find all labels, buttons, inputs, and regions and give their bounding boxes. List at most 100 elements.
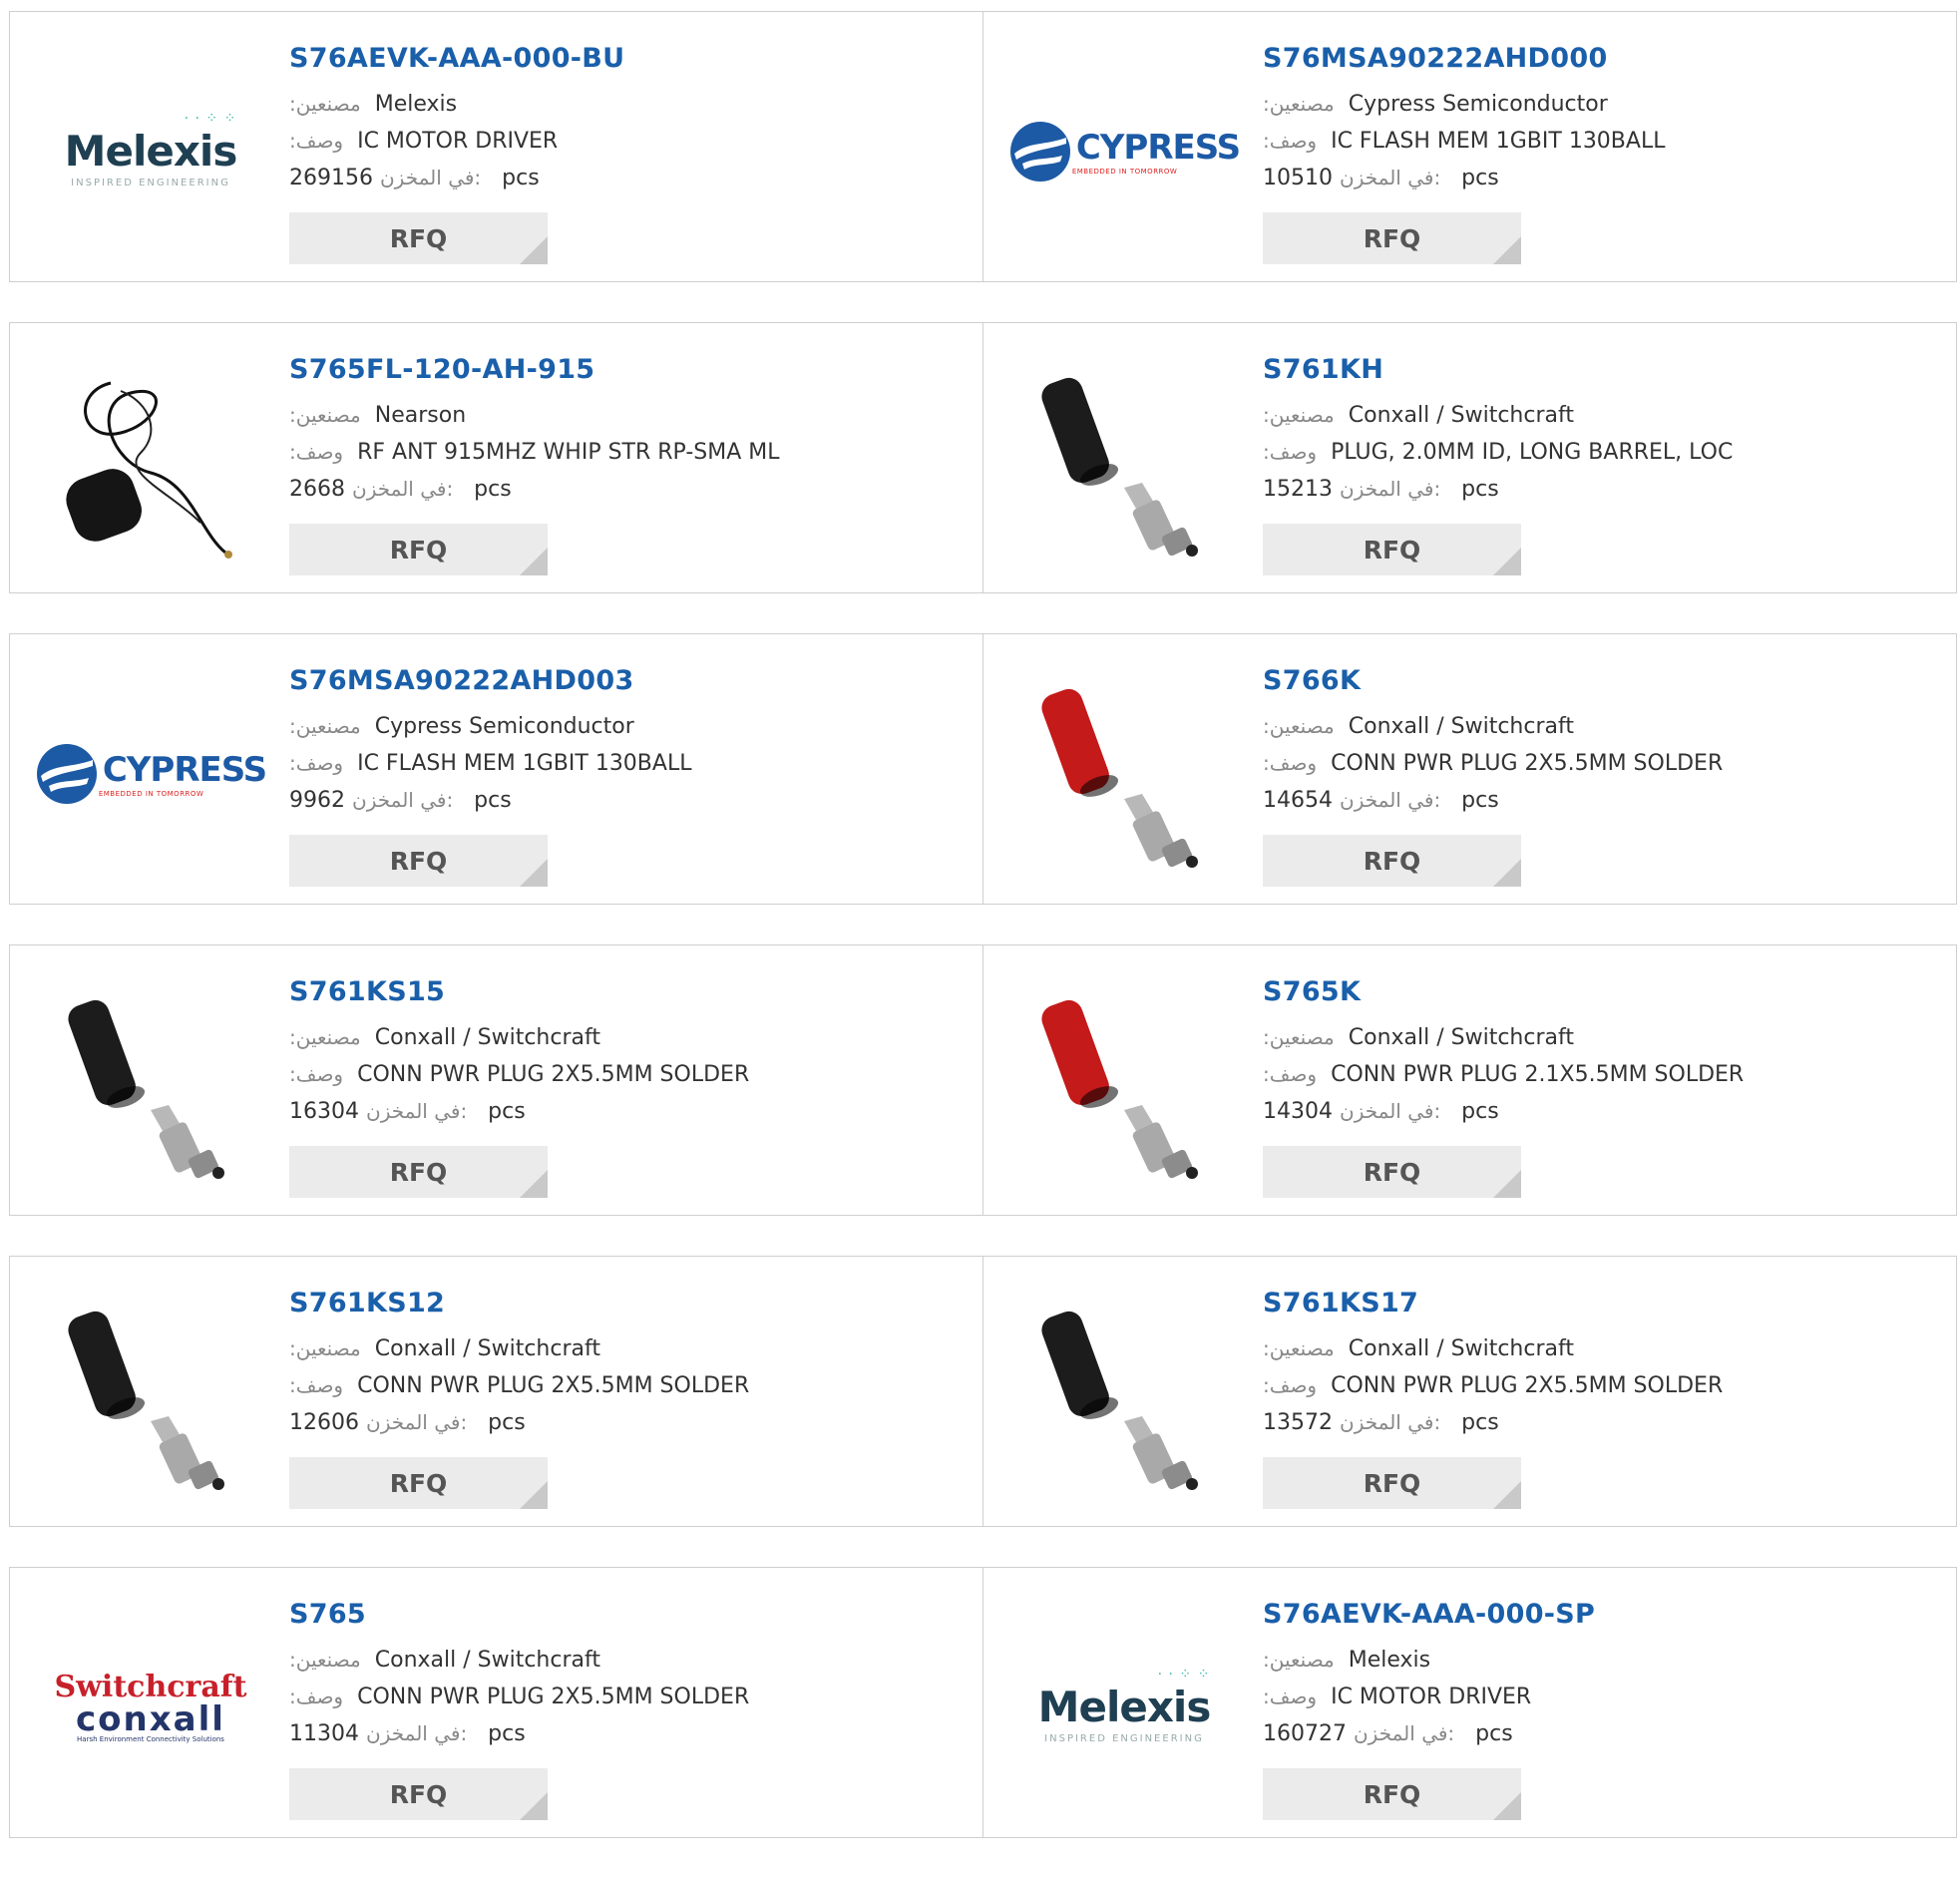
stock-label: في المخزن: xyxy=(379,166,482,189)
manufacturer-row: :مصنعين Conxall / Switchcraft xyxy=(289,1642,973,1679)
rfq-button[interactable]: RFQ xyxy=(1263,524,1521,575)
stock-unit: pcs xyxy=(1461,477,1499,502)
product-info: S765FL-120-AH-915 :مصنعين Nearson :وصف R… xyxy=(289,353,973,508)
manufacturer-row: :مصنعين Conxall / Switchcraft xyxy=(1263,1019,1946,1056)
rfq-button[interactable]: RFQ xyxy=(289,1457,548,1509)
rfq-button[interactable]: RFQ xyxy=(289,212,548,264)
manufacturer-label: :مصنعين xyxy=(289,1648,361,1672)
stock-unit: pcs xyxy=(488,1410,526,1435)
rfq-label: RFQ xyxy=(389,223,448,253)
stock-value: 16304 xyxy=(289,1099,359,1124)
product-image[interactable]: Switchcraft conxall Harsh Environment Conn… xyxy=(46,1608,255,1807)
description-row: :وصف IC FLASH MEM 1GBIT 130BALL xyxy=(1263,123,1946,160)
stock-label: في المخزن: xyxy=(1340,477,1441,501)
part-number-link[interactable]: S766K xyxy=(1263,664,1946,698)
description-row: :وصف CONN PWR PLUG 2X5.5MM SOLDER xyxy=(289,1056,973,1093)
product-info: S761KS15 :مصنعين Conxall / Switchcraft :… xyxy=(289,975,973,1130)
rfq-button[interactable]: RFQ xyxy=(289,835,548,887)
part-number-link[interactable]: S76MSA90222AHD000 xyxy=(1263,42,1946,76)
rfq-label: RFQ xyxy=(1363,1468,1421,1498)
description-row: :وصف CONN PWR PLUG 2X5.5MM SOLDER xyxy=(289,1679,973,1715)
manufacturer-value: Cypress Semiconductor xyxy=(374,714,634,739)
part-number-link[interactable]: S765FL-120-AH-915 xyxy=(289,353,973,387)
product-image[interactable] xyxy=(46,1297,255,1496)
product-image[interactable]: · · ⁘ ⁘ Melexis INSPIRED ENGINEERING xyxy=(1019,1608,1229,1807)
manufacturer-value: Cypress Semiconductor xyxy=(1348,92,1608,117)
product-image[interactable]: CYPRESS EMBEDDED IN TOMORROW xyxy=(36,674,267,874)
description-row: :وصف IC MOTOR DRIVER xyxy=(1263,1679,1946,1715)
cypress-logo: CYPRESS EMBEDDED IN TOMORROW xyxy=(1008,120,1241,184)
rfq-button[interactable]: RFQ xyxy=(1263,835,1521,887)
rfq-button[interactable]: RFQ xyxy=(1263,1457,1521,1509)
stock-unit: pcs xyxy=(1461,1410,1499,1435)
stock-value: 11304 xyxy=(289,1721,359,1746)
rfq-button[interactable]: RFQ xyxy=(289,1146,548,1198)
stock-value: 160727 xyxy=(1263,1721,1347,1746)
product-image[interactable] xyxy=(1019,1297,1229,1496)
manufacturer-value: Conxall / Switchcraft xyxy=(374,1025,600,1050)
rfq-button[interactable]: RFQ xyxy=(289,1768,548,1820)
product-info: S76MSA90222AHD003 :مصنعين Cypress Semico… xyxy=(289,664,973,819)
description-value: CONN PWR PLUG 2X5.5MM SOLDER xyxy=(357,1062,750,1087)
stock-value: 10510 xyxy=(1263,166,1333,190)
product-card: · · ⁘ ⁘ Melexis INSPIRED ENGINEERING S76AE… xyxy=(9,11,983,282)
part-number-link[interactable]: S761KH xyxy=(1263,353,1946,387)
manufacturer-value: Conxall / Switchcraft xyxy=(1348,1025,1574,1050)
part-number-link[interactable]: S76AEVK-AAA-000-BU xyxy=(289,42,973,76)
manufacturer-row: :مصنعين Conxall / Switchcraft xyxy=(1263,708,1946,745)
stock-unit: pcs xyxy=(1461,1099,1499,1124)
part-number-link[interactable]: S765 xyxy=(289,1598,973,1632)
stock-value: 2668 xyxy=(289,477,345,502)
description-value: IC FLASH MEM 1GBIT 130BALL xyxy=(357,751,692,776)
stock-label: في المخزن: xyxy=(352,788,454,812)
rfq-label: RFQ xyxy=(1363,1779,1421,1809)
stock-value: 14654 xyxy=(1263,788,1333,813)
product-image[interactable]: CYPRESS EMBEDDED IN TOMORROW xyxy=(1009,52,1241,251)
stock-value: 12606 xyxy=(289,1410,359,1435)
stock-label: في المخزن: xyxy=(1340,788,1441,812)
description-row: :وصف CONN PWR PLUG 2X5.5MM SOLDER xyxy=(1263,1367,1946,1404)
rfq-button[interactable]: RFQ xyxy=(1263,1768,1521,1820)
stock-row: 15213 في المخزن: pcs xyxy=(1263,471,1946,508)
stock-row: 2668 في المخزن: pcs xyxy=(289,471,973,508)
product-image[interactable]: · · ⁘ ⁘ Melexis INSPIRED ENGINEERING xyxy=(46,52,255,251)
part-number-link[interactable]: S761KS17 xyxy=(1263,1287,1946,1320)
product-card: S761KS12 :مصنعين Conxall / Switchcraft :… xyxy=(9,1256,983,1527)
description-value: IC FLASH MEM 1GBIT 130BALL xyxy=(1331,129,1666,154)
manufacturer-label: :مصنعين xyxy=(289,403,361,427)
manufacturer-label: :مصنعين xyxy=(1263,1648,1335,1672)
manufacturer-row: :مصنعين Conxall / Switchcraft xyxy=(1263,397,1946,434)
manufacturer-label: :مصنعين xyxy=(1263,714,1335,738)
stock-row: 10510 في المخزن: pcs xyxy=(1263,160,1946,196)
description-value: RF ANT 915MHZ WHIP STR RP-SMA ML xyxy=(357,440,780,465)
stock-unit: pcs xyxy=(1461,166,1499,190)
manufacturer-row: :مصنعين Conxall / Switchcraft xyxy=(289,1019,973,1056)
melexis-logo: · · ⁘ ⁘ Melexis INSPIRED ENGINEERING xyxy=(64,111,238,188)
part-number-link[interactable]: S761KS15 xyxy=(289,975,973,1009)
rfq-label: RFQ xyxy=(1363,1157,1421,1187)
product-card: S765FL-120-AH-915 :مصنعين Nearson :وصف R… xyxy=(9,322,983,593)
product-card: S761KH :مصنعين Conxall / Switchcraft :وص… xyxy=(982,322,1957,593)
product-image[interactable] xyxy=(1019,985,1229,1185)
part-number-link[interactable]: S765K xyxy=(1263,975,1946,1009)
manufacturer-row: :مصنعين Cypress Semiconductor xyxy=(289,708,973,745)
part-number-link[interactable]: S761KS12 xyxy=(289,1287,973,1320)
stock-unit: pcs xyxy=(502,166,540,190)
rfq-label: RFQ xyxy=(389,1779,448,1809)
manufacturer-value: Conxall / Switchcraft xyxy=(1348,1336,1574,1361)
cypress-logo: CYPRESS EMBEDDED IN TOMORROW xyxy=(35,742,267,806)
rfq-button[interactable]: RFQ xyxy=(289,524,548,575)
black-plug-photo xyxy=(68,999,224,1179)
product-image[interactable] xyxy=(1019,674,1229,874)
manufacturer-row: :مصنعين Melexis xyxy=(289,86,973,123)
manufacturer-label: :مصنعين xyxy=(289,714,361,738)
part-number-link[interactable]: S76AEVK-AAA-000-SP xyxy=(1263,1598,1946,1632)
product-image[interactable] xyxy=(1019,363,1229,563)
part-number-link[interactable]: S76MSA90222AHD003 xyxy=(289,664,973,698)
rfq-button[interactable]: RFQ xyxy=(1263,212,1521,264)
product-image[interactable] xyxy=(46,985,255,1185)
stock-row: 14304 في المخزن: pcs xyxy=(1263,1093,1946,1130)
description-label: :وصف xyxy=(289,129,344,153)
product-image[interactable] xyxy=(46,363,255,563)
rfq-button[interactable]: RFQ xyxy=(1263,1146,1521,1198)
